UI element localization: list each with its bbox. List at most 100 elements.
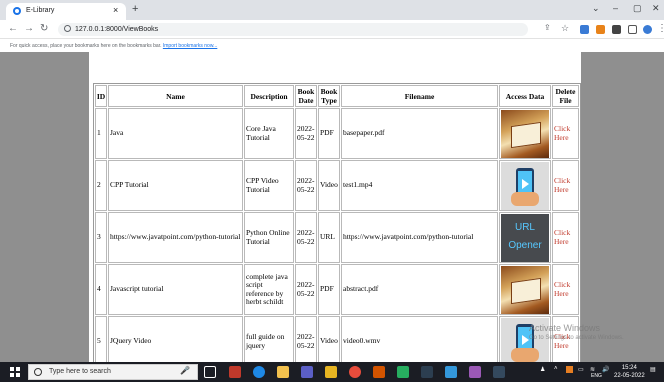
cell-name: Java <box>108 108 243 159</box>
globe-icon <box>13 7 21 15</box>
cell-access <box>499 264 551 315</box>
notification-icon[interactable]: ▤ <box>650 366 656 373</box>
header-book-date: Book Date <box>295 85 317 107</box>
delete-link[interactable]: Click Here <box>554 124 570 142</box>
share-icon[interactable]: ⇪ <box>544 23 551 32</box>
cell-type: Video <box>318 316 340 362</box>
wifi-icon[interactable]: ≋ <box>590 366 595 373</box>
task-view-icon[interactable] <box>204 366 216 378</box>
volume-icon[interactable]: 🔊 <box>602 366 609 373</box>
app-icon-2[interactable] <box>397 366 409 378</box>
cell-date: 2022-05-22 <box>295 108 317 159</box>
edge-icon[interactable] <box>253 366 265 378</box>
extension-fox-icon[interactable] <box>596 25 605 34</box>
books-table: ID Name Description Book Date Book Type … <box>93 83 581 362</box>
header-description: Description <box>244 85 294 107</box>
header-delete-file: Delete File <box>552 85 579 107</box>
search-icon <box>34 368 42 376</box>
app-icon-3[interactable] <box>421 366 433 378</box>
cell-description: Python Online Tutorial <box>244 212 294 263</box>
tab-e-library[interactable]: E-Library × <box>6 3 126 20</box>
cell-filename: abstract.pdf <box>341 264 498 315</box>
profile-icon[interactable] <box>643 25 652 34</box>
chevron-down-icon[interactable]: ⌄ <box>592 3 600 14</box>
app-icon-4[interactable] <box>445 366 457 378</box>
forward-icon[interactable]: → <box>24 23 34 34</box>
cell-date: 2022-05-22 <box>295 160 317 211</box>
store-icon[interactable] <box>301 366 313 378</box>
cell-delete: Click Here <box>552 108 579 159</box>
bookmarks-bar: For quick access, place your bookmarks h… <box>0 40 664 52</box>
cell-access <box>499 108 551 159</box>
app-icon-1[interactable] <box>229 366 241 378</box>
cell-filename: https://www.javatpoint.com/python-tutori… <box>341 212 498 263</box>
import-bookmarks-link[interactable]: Import bookmarks now... <box>163 43 217 49</box>
cell-description: full guide on jquery <box>244 316 294 362</box>
back-icon[interactable]: ← <box>8 23 18 34</box>
info-icon[interactable] <box>64 25 71 32</box>
url-opener-icon[interactable]: URL Opener <box>501 213 549 262</box>
book-thumbnail-icon[interactable] <box>501 109 549 158</box>
table-row: 3 https://www.javatpoint.com/python-tuto… <box>95 212 579 263</box>
header-book-type: Book Type <box>318 85 340 107</box>
app-icon-5[interactable] <box>469 366 481 378</box>
cell-delete: Click Here <box>552 160 579 211</box>
minimize-icon[interactable]: – <box>613 3 618 13</box>
tray-app-icon[interactable] <box>566 366 573 373</box>
cell-description: Core Java Tutorial <box>244 108 294 159</box>
firefox-icon[interactable] <box>373 366 385 378</box>
delete-link[interactable]: Click Here <box>554 176 570 194</box>
clock-date: 22-05-2022 <box>614 373 645 379</box>
page-viewport: ID Name Description Book Date Book Type … <box>0 52 664 362</box>
table-row: 1 Java Core Java Tutorial 2022-05-22 PDF… <box>95 108 579 159</box>
table-row: 2 CPP Tutorial CPP Video Tutorial 2022-0… <box>95 160 579 211</box>
people-icon[interactable]: ♟ <box>540 366 545 373</box>
taskbar-search-input[interactable]: Type here to search <box>28 364 198 380</box>
table-header-row: ID Name Description Book Date Book Type … <box>95 85 579 107</box>
tab-title: E-Library <box>26 7 55 14</box>
cell-name: CPP Tutorial <box>108 160 243 211</box>
cell-name: https://www.javatpoint.com/python-tutori… <box>108 212 243 263</box>
book-thumbnail-icon[interactable] <box>501 265 549 314</box>
language-label[interactable]: ENG <box>591 373 602 379</box>
windows-start-icon[interactable] <box>10 367 20 377</box>
close-window-icon[interactable]: ✕ <box>652 3 660 14</box>
url-field[interactable]: 127.0.0.1:8000/ViewBooks <box>58 23 528 36</box>
bag-icon[interactable] <box>325 366 337 378</box>
file-explorer-icon[interactable] <box>277 366 289 378</box>
sidebar-icon[interactable] <box>628 25 637 34</box>
cell-id: 2 <box>95 160 107 211</box>
taskbar-clock[interactable]: 15:24 22-05-2022 <box>614 364 645 380</box>
battery-icon[interactable]: ▭ <box>578 366 584 373</box>
new-tab-button[interactable]: + <box>132 3 138 15</box>
cell-id: 4 <box>95 264 107 315</box>
extension-shield-icon[interactable] <box>580 25 589 34</box>
cell-access: URL Opener <box>499 212 551 263</box>
reload-icon[interactable]: ↻ <box>40 23 48 34</box>
microphone-icon[interactable]: 🎤 <box>180 366 192 378</box>
cell-delete: Click Here <box>552 212 579 263</box>
delete-link[interactable]: Click Here <box>554 228 570 246</box>
content-panel: ID Name Description Book Date Book Type … <box>89 52 581 362</box>
menu-icon[interactable]: ⋮ <box>657 23 664 34</box>
chevron-up-icon[interactable]: ˄ <box>554 366 558 372</box>
taskbar: Type here to search 🎤 ♟ ˄ ▭ ≋ 🔊 ENG 15:2… <box>0 362 664 382</box>
chrome-icon[interactable] <box>349 366 361 378</box>
extensions-puzzle-icon[interactable] <box>612 25 621 34</box>
clock-time: 15:24 <box>621 365 637 371</box>
cell-id: 5 <box>95 316 107 362</box>
star-icon[interactable]: ☆ <box>561 23 569 34</box>
cell-access <box>499 160 551 211</box>
tab-close-icon[interactable]: × <box>113 5 118 15</box>
cell-type: URL <box>318 212 340 263</box>
cell-date: 2022-05-22 <box>295 316 317 362</box>
video-thumbnail-icon[interactable] <box>501 161 549 210</box>
delete-link[interactable]: Click Here <box>554 280 570 298</box>
cell-filename: basepaper.pdf <box>341 108 498 159</box>
tab-bar: E-Library × + ⌄ – ▢ ✕ <box>0 0 664 20</box>
cell-date: 2022-05-22 <box>295 264 317 315</box>
header-id: ID <box>95 85 107 107</box>
app-icon-6[interactable] <box>493 366 505 378</box>
activate-windows-subtitle: Go to Settings to activate Windows. <box>529 335 624 341</box>
maximize-icon[interactable]: ▢ <box>633 3 642 14</box>
